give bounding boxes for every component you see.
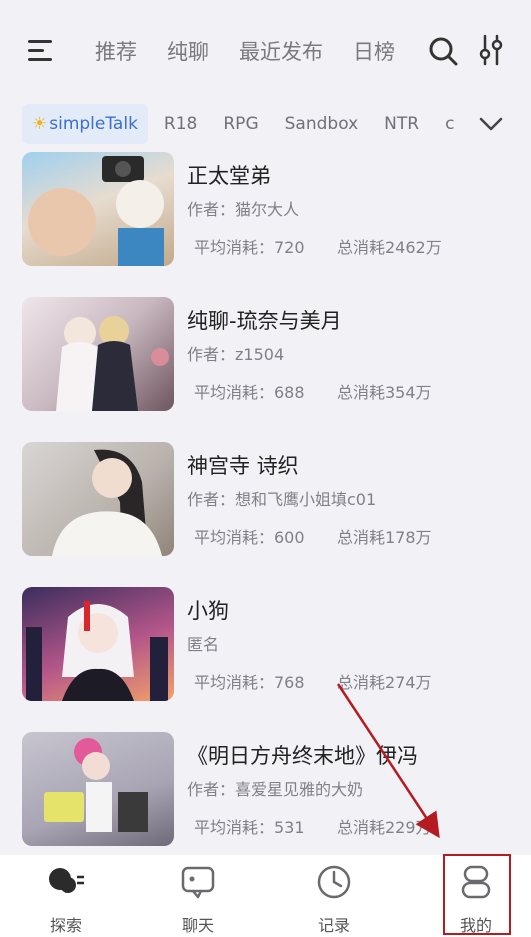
item-total-cost: 总消耗274万 xyxy=(337,673,432,692)
item-avg-cost: 平均消耗：720 xyxy=(194,238,305,257)
chip-more[interactable]: c xyxy=(435,104,464,144)
chat-icon xyxy=(181,866,215,899)
item-avg-cost: 平均消耗：768 xyxy=(194,673,305,692)
item-title: 神宫寺 诗织 xyxy=(187,454,299,478)
character-thumbnail xyxy=(22,587,174,701)
chip-rpg[interactable]: RPG xyxy=(213,104,268,144)
top-tabs: 推荐 纯聊 最近发布 日榜 xyxy=(95,35,425,69)
item-title: 正太堂弟 xyxy=(187,164,271,188)
item-author: 匿名 xyxy=(187,635,220,654)
nav-history[interactable]: 记录 xyxy=(268,855,400,937)
item-total-cost: 总消耗354万 xyxy=(337,383,432,402)
nav-history-label: 记录 xyxy=(317,916,350,935)
character-thumbnail xyxy=(22,297,174,411)
list-item[interactable]: 《明日方舟终末地》伊冯 作者：喜爱星见雅的大奶 平均消耗：531 总消耗229万 xyxy=(22,732,512,846)
nav-explore-label: 探索 xyxy=(49,916,82,935)
item-avg-cost: 平均消耗：688 xyxy=(194,383,305,402)
item-avg-cost: 平均消耗：600 xyxy=(194,528,305,547)
sun-icon: ☀ xyxy=(32,114,48,134)
tab-daily-rank[interactable]: 日榜 xyxy=(353,35,395,69)
nav-chat-label: 聊天 xyxy=(181,916,214,935)
clock-icon xyxy=(317,865,351,899)
top-bar: 推荐 纯聊 最近发布 日榜 xyxy=(0,0,531,100)
category-chips: ☀ simpleTalk R18 RPG Sandbox NTR c xyxy=(22,104,477,146)
chip-ntr[interactable]: NTR xyxy=(374,104,429,144)
item-author: 作者：喜爱星见雅的大奶 xyxy=(187,780,364,799)
item-author: 作者：z1504 xyxy=(187,345,285,364)
chip-r18[interactable]: R18 xyxy=(154,104,207,144)
character-list: 正太堂弟 作者：猫尔大人 平均消耗：720 总消耗2462万 纯聊-琉奈与美月 … xyxy=(0,150,531,855)
nav-chat[interactable]: 聊天 xyxy=(132,855,264,937)
list-item[interactable]: 小狗 匿名 平均消耗：768 总消耗274万 xyxy=(22,587,512,701)
hamburger-menu-icon[interactable] xyxy=(26,38,56,64)
tab-pure-chat[interactable]: 纯聊 xyxy=(167,35,209,69)
tab-recommend[interactable]: 推荐 xyxy=(95,35,137,69)
sliders-icon[interactable] xyxy=(478,34,504,66)
chip-simpletalk[interactable]: ☀ simpleTalk xyxy=(22,104,148,144)
character-thumbnail xyxy=(22,442,174,556)
item-title: 纯聊-琉奈与美月 xyxy=(187,309,342,333)
search-icon[interactable] xyxy=(428,36,458,66)
chip-label: simpleTalk xyxy=(49,114,138,134)
list-item[interactable]: 纯聊-琉奈与美月 作者：z1504 平均消耗：688 总消耗354万 xyxy=(22,297,512,411)
item-author: 作者：猫尔大人 xyxy=(187,200,300,219)
annotation-highlight-box xyxy=(443,854,511,935)
list-item[interactable]: 正太堂弟 作者：猫尔大人 平均消耗：720 总消耗2462万 xyxy=(22,152,512,266)
item-title: 《明日方舟终末地》伊冯 xyxy=(187,744,418,768)
tab-recent[interactable]: 最近发布 xyxy=(239,35,323,69)
item-total-cost: 总消耗178万 xyxy=(337,528,432,547)
nav-explore[interactable]: 探索 xyxy=(0,855,132,937)
chip-sandbox[interactable]: Sandbox xyxy=(275,104,369,144)
item-title: 小狗 xyxy=(187,599,229,623)
item-author: 作者：想和飞鹰小姐填c01 xyxy=(187,490,377,509)
item-avg-cost: 平均消耗：531 xyxy=(194,818,305,837)
explore-icon xyxy=(49,868,84,893)
item-total-cost: 总消耗229万 xyxy=(337,818,432,837)
chevron-down-icon[interactable] xyxy=(478,114,504,134)
character-thumbnail xyxy=(22,152,174,266)
list-item[interactable]: 神宫寺 诗织 作者：想和飞鹰小姐填c01 平均消耗：600 总消耗178万 xyxy=(22,442,512,556)
character-thumbnail xyxy=(22,732,174,846)
item-total-cost: 总消耗2462万 xyxy=(337,238,442,257)
